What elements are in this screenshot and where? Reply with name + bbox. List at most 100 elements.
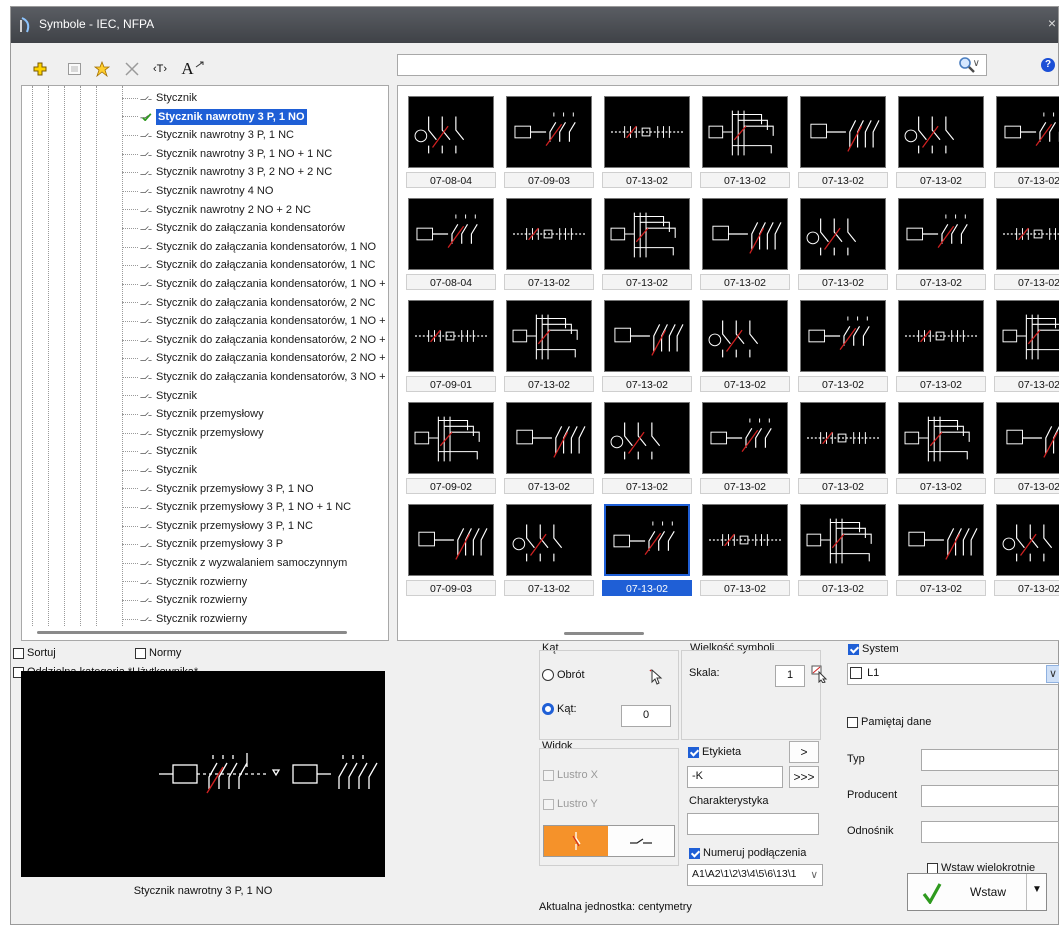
tree-scrollbar-horizontal[interactable]	[37, 631, 347, 634]
tree-item[interactable]: Stycznik nawrotny 4 NO	[122, 183, 273, 199]
characteristic-input[interactable]	[687, 813, 819, 835]
number-connections-checkbox[interactable]: Numeruj podłączenia	[689, 847, 806, 859]
tree-item[interactable]: Stycznik do załączania kondensatorów, 2 …	[122, 350, 388, 366]
tree-item[interactable]: Stycznik do załączania kondensatorów, 2 …	[122, 332, 388, 348]
symbol-tile[interactable]: 07-13-02	[894, 500, 988, 598]
symbol-tile[interactable]: 07-08-04	[404, 194, 498, 292]
symbol-tile[interactable]: 07-13-02	[698, 500, 792, 598]
tree-item[interactable]: Stycznik do załączania kondensatorów, 2 …	[122, 295, 376, 311]
tree-item[interactable]: Stycznik	[122, 462, 197, 478]
dropdown-arrow-icon[interactable]: ▼	[1032, 884, 1042, 895]
tree-item[interactable]: Stycznik z wyzwalaniem samoczynnym	[122, 555, 347, 571]
text-tag-icon[interactable]: ‹T›	[149, 59, 171, 79]
tree-item[interactable]: Stycznik	[122, 90, 197, 106]
symbol-grid[interactable]: 07-08-04 07-09-03 07-13-02 07-13-02 07-13-02…	[397, 85, 1059, 641]
symbol-tile[interactable]: 07-13-02	[698, 194, 792, 292]
view-orientation-toggle[interactable]	[543, 825, 675, 857]
tree-item[interactable]: Stycznik rozwierny	[122, 611, 247, 627]
angle-radio[interactable]: Kąt:	[542, 703, 577, 715]
symbol-tile[interactable]: 07-13-02	[600, 500, 694, 598]
rotation-radio[interactable]: Obrót	[542, 669, 585, 681]
symbol-tile[interactable]: 07-13-02	[796, 92, 890, 190]
symbol-tile[interactable]: 07-09-03	[502, 92, 596, 190]
add-icon[interactable]	[29, 59, 51, 79]
type-input[interactable]	[921, 749, 1059, 771]
mirror-y-checkbox[interactable]: Lustro Y	[543, 798, 598, 810]
tree-item[interactable]: Stycznik przemysłowy 3 P, 1 NO	[122, 481, 314, 497]
tree-item[interactable]: Stycznik do załączania kondensatorów	[122, 220, 345, 236]
symbol-tile[interactable]: 07-13-02	[502, 500, 596, 598]
tree-item[interactable]: Stycznik do załączania kondensatorów, 1 …	[122, 239, 376, 255]
tree-item[interactable]: Stycznik nawrotny 3 P, 1 NO	[122, 108, 307, 125]
help-icon[interactable]: ?	[1041, 58, 1055, 72]
horizontal-orientation-option[interactable]	[608, 826, 674, 856]
symbol-tile[interactable]: 07-13-02	[796, 500, 890, 598]
symbol-tile[interactable]: 07-13-02	[894, 92, 988, 190]
scale-input[interactable]: 1	[775, 665, 805, 687]
symbol-tile[interactable]: 07-13-02	[698, 296, 792, 394]
symbol-tile[interactable]: 07-13-02	[894, 296, 988, 394]
symbol-tile[interactable]: 07-13-02	[600, 194, 694, 292]
tree-item[interactable]: Stycznik do załączania kondensatorów, 1 …	[122, 276, 388, 292]
reference-input[interactable]	[921, 821, 1059, 843]
symbol-tile[interactable]: 07-13-02	[502, 296, 596, 394]
tree-item[interactable]: Stycznik do załączania kondensatorów, 3 …	[122, 369, 388, 385]
pick-angle-icon[interactable]	[649, 669, 663, 685]
symbol-tile[interactable]: 07-13-02	[992, 296, 1059, 394]
more-more-button[interactable]: >>>	[789, 766, 819, 788]
mirror-x-checkbox[interactable]: Lustro X	[543, 769, 598, 781]
symbol-tile[interactable]: 07-13-02	[600, 296, 694, 394]
tree-item[interactable]: Stycznik rozwierny	[122, 592, 247, 608]
symbol-tile[interactable]: 07-13-02	[796, 398, 890, 496]
symbol-tile[interactable]: 07-13-02	[796, 296, 890, 394]
symbol-tree[interactable]: Stycznik Stycznik nawrotny 3 P, 1 NO Stycz…	[21, 85, 389, 641]
symbol-tile[interactable]: 07-13-02	[796, 194, 890, 292]
connections-select[interactable]: A1\A2\1\2\3\4\5\6\13\1 ∨	[687, 864, 823, 886]
symbol-tile[interactable]: 07-13-02	[894, 194, 988, 292]
system-select[interactable]: L1 ∨	[847, 663, 1059, 685]
symbol-tile[interactable]: 07-08-04	[404, 92, 498, 190]
tree-item[interactable]: Stycznik do załączania kondensatorów, 1 …	[122, 313, 388, 329]
close-icon[interactable]: ×	[1048, 15, 1056, 31]
symbol-tile[interactable]: 07-13-02	[698, 398, 792, 496]
pick-scale-icon[interactable]	[811, 665, 829, 683]
tree-item[interactable]: Stycznik przemysłowy 3 P	[122, 536, 283, 552]
tree-item[interactable]: Stycznik	[122, 443, 197, 459]
producer-input[interactable]	[921, 785, 1059, 807]
tree-item[interactable]: Stycznik	[122, 388, 197, 404]
vertical-orientation-option[interactable]	[544, 826, 608, 856]
tree-item[interactable]: Stycznik do załączania kondensatorów, 1 …	[122, 257, 376, 273]
tree-item[interactable]: Stycznik nawrotny 3 P, 1 NC	[122, 127, 294, 143]
remember-data-checkbox[interactable]: Pamiętaj dane	[847, 716, 931, 728]
search-icon[interactable]	[957, 55, 977, 75]
tree-item[interactable]: Stycznik nawrotny 3 P, 2 NO + 2 NC	[122, 164, 332, 180]
font-edit-icon[interactable]: A	[179, 59, 207, 79]
more-button[interactable]: >	[789, 741, 819, 763]
symbol-tile[interactable]: 07-13-02	[502, 398, 596, 496]
symbol-tile[interactable]: 07-09-03	[404, 500, 498, 598]
search-input[interactable]: ∨	[397, 54, 987, 76]
grid-scrollbar-horizontal[interactable]	[564, 632, 644, 635]
symbol-tile[interactable]: 07-13-02	[992, 398, 1059, 496]
label-input[interactable]: -K	[687, 766, 783, 788]
symbol-tile[interactable]: 07-13-02	[600, 92, 694, 190]
label-checkbox[interactable]: Etykieta	[688, 746, 741, 758]
symbol-tile[interactable]: 07-13-02	[992, 92, 1059, 190]
tree-item[interactable]: Stycznik przemysłowy 3 P, 1 NO + 1 NC	[122, 499, 351, 515]
symbol-tile[interactable]: 07-13-02	[894, 398, 988, 496]
symbol-tile[interactable]: 07-13-02	[600, 398, 694, 496]
tree-item[interactable]: Stycznik przemysłowy	[122, 425, 264, 441]
insert-button[interactable]: Wstaw ▼	[907, 873, 1047, 911]
tree-item[interactable]: Stycznik nawrotny 2 NO + 2 NC	[122, 202, 311, 218]
favorite-star-icon[interactable]	[91, 59, 113, 79]
norms-checkbox[interactable]: Normy	[135, 647, 181, 659]
symbol-tile[interactable]: 07-13-02	[502, 194, 596, 292]
symbol-tile[interactable]: 07-13-02	[698, 92, 792, 190]
angle-input[interactable]: 0	[621, 705, 671, 727]
tree-item[interactable]: Stycznik przemysłowy 3 P, 1 NC	[122, 518, 313, 534]
delete-x-icon[interactable]	[121, 59, 143, 79]
symbol-tile[interactable]: 07-09-01	[404, 296, 498, 394]
symbol-tile[interactable]: 07-13-02	[992, 194, 1059, 292]
symbol-tile[interactable]: 07-13-02	[992, 500, 1059, 598]
chevron-down-icon[interactable]: ∨	[1046, 665, 1059, 683]
